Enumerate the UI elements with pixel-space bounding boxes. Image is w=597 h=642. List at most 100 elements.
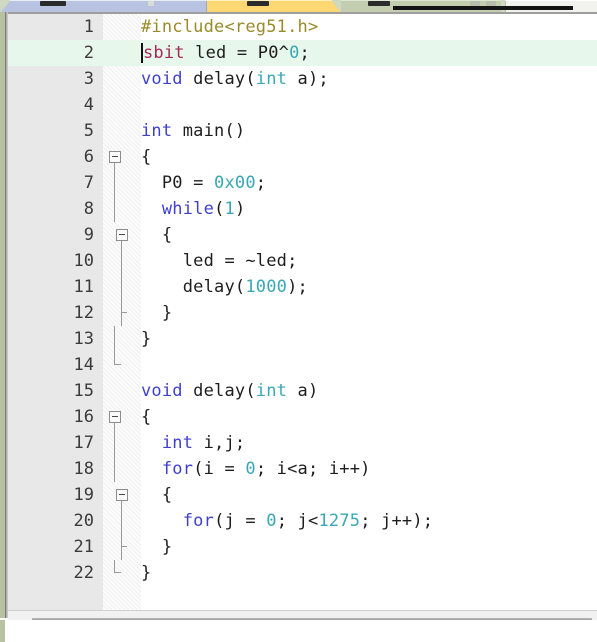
code-token: { <box>141 225 173 245</box>
code-line[interactable]: 18 for(i = 0; i<a; i++) <box>8 456 597 482</box>
code-token: void <box>141 69 183 89</box>
code-token: } <box>141 563 152 583</box>
fold-guide-line <box>121 508 122 534</box>
fold-collapse-icon[interactable] <box>116 229 128 241</box>
code-line[interactable]: 11 delay(1000); <box>8 274 597 300</box>
code-text[interactable]: int i,j; <box>141 430 245 456</box>
line-number: 18 <box>73 459 94 479</box>
line-number: 12 <box>73 303 94 323</box>
code-token: { <box>141 485 173 505</box>
code-text[interactable]: } <box>141 534 172 560</box>
code-text[interactable]: void delay(int a); <box>141 66 329 92</box>
code-token: ; <box>255 173 267 193</box>
editor-frame: 1 #include<reg51.h> 2 sbit led = P0^0; 3 void… <box>0 12 597 633</box>
code-text[interactable]: for(i = 0; i<a; i++) <box>141 456 371 482</box>
code-line[interactable]: 17 int i,j; <box>8 430 597 456</box>
code-token: int <box>141 121 173 141</box>
code-token: ; j++); <box>360 511 434 531</box>
code-token: } <box>141 537 173 557</box>
line-number: 21 <box>73 537 94 557</box>
fold-collapse-icon[interactable] <box>109 151 121 163</box>
code-lines[interactable]: 1 #include<reg51.h> 2 sbit led = P0^0; 3 void… <box>8 14 597 586</box>
line-number: 9 <box>83 225 94 245</box>
code-token: 1000 <box>245 277 288 297</box>
code-editor-surface[interactable]: 1 #include<reg51.h> 2 sbit led = P0^0; 3 void… <box>8 14 597 610</box>
code-token: led = ~led; <box>141 251 298 271</box>
code-token: ) <box>234 199 246 219</box>
code-line[interactable]: 8 while(1) <box>8 196 597 222</box>
code-token: delay( <box>182 381 256 401</box>
code-line[interactable]: 22} <box>8 560 597 586</box>
code-text[interactable]: for(j = 0; j<1275; j++); <box>141 508 433 534</box>
code-text[interactable]: } <box>141 300 172 326</box>
code-line[interactable]: 9 { <box>8 222 597 248</box>
code-token: P0 = <box>141 173 215 193</box>
line-number: 7 <box>83 173 94 193</box>
code-token: void <box>141 381 183 401</box>
fold-guide-line <box>121 501 122 508</box>
code-token: #include<reg51.h> <box>141 17 319 37</box>
line-number: 3 <box>83 69 94 89</box>
code-line[interactable]: 13} <box>8 326 597 352</box>
code-token: 0 <box>289 43 300 63</box>
code-line[interactable]: 2 sbit led = P0^0; <box>8 40 597 66</box>
fold-guide-line <box>121 248 122 274</box>
line-number: 5 <box>83 121 94 141</box>
code-line[interactable]: 10 led = ~led; <box>8 248 597 274</box>
fold-collapse-icon[interactable] <box>109 411 121 423</box>
code-line[interactable]: 3 void delay(int a); <box>8 66 597 92</box>
fold-guide-line <box>121 274 122 300</box>
code-text[interactable]: P0 = 0x00; <box>141 170 266 196</box>
code-text[interactable]: while(1) <box>141 196 245 222</box>
fold-branch-marker <box>121 534 127 560</box>
code-token: i,j; <box>193 433 246 453</box>
code-text[interactable]: int main() <box>141 118 245 144</box>
code-token: ); <box>287 277 308 297</box>
code-token: ; i<a; i++) <box>255 459 371 479</box>
code-text[interactable]: sbit led = P0^0; <box>141 40 310 66</box>
code-line[interactable]: 14 <box>8 352 597 378</box>
fold-guide-line <box>121 241 122 248</box>
code-token: } <box>141 329 152 349</box>
code-text[interactable]: { <box>141 144 151 170</box>
code-line[interactable]: 21 } <box>8 534 597 560</box>
code-token: int <box>161 433 194 453</box>
code-token: a); <box>287 69 329 89</box>
fold-collapse-icon[interactable] <box>116 489 128 501</box>
code-token: sbit <box>143 43 185 63</box>
code-line[interactable]: 1 #include<reg51.h> <box>8 14 597 40</box>
code-line[interactable]: 15 void delay(int a) <box>8 378 597 404</box>
code-token: (i = <box>193 459 246 479</box>
code-line[interactable]: 20 for(j = 0; j<1275; j++); <box>8 508 597 534</box>
code-text[interactable]: { <box>141 404 151 430</box>
code-line[interactable]: 5 int main() <box>8 118 597 144</box>
line-number: 14 <box>73 355 94 375</box>
code-line[interactable]: 6{ <box>8 144 597 170</box>
line-number: 2 <box>83 43 94 63</box>
code-text[interactable]: delay(1000); <box>141 274 308 300</box>
code-text[interactable]: void delay(int a) <box>141 378 318 404</box>
code-text[interactable]: { <box>141 222 172 248</box>
text-cursor <box>141 43 143 63</box>
code-token: 0 <box>245 459 256 479</box>
fold-guide-line <box>114 423 115 430</box>
code-text[interactable]: #include<reg51.h> <box>141 14 318 40</box>
line-number: 6 <box>83 147 94 167</box>
code-line[interactable]: 19 { <box>8 482 597 508</box>
code-text[interactable]: { <box>141 482 172 508</box>
code-token: delay( <box>182 69 256 89</box>
code-line[interactable]: 12 } <box>8 300 597 326</box>
fold-end-marker <box>114 560 121 573</box>
tab-active[interactable] <box>207 0 341 12</box>
line-number: 8 <box>83 199 94 219</box>
code-line[interactable]: 16 { <box>8 404 597 430</box>
code-text[interactable]: } <box>141 560 151 586</box>
code-token: 0x00 <box>214 173 256 193</box>
code-token: int <box>255 69 288 89</box>
code-text[interactable]: led = ~led; <box>141 248 298 274</box>
code-text[interactable]: } <box>141 326 151 352</box>
code-line[interactable]: 4 <box>8 92 597 118</box>
code-line[interactable]: 7 P0 = 0x00; <box>8 170 597 196</box>
